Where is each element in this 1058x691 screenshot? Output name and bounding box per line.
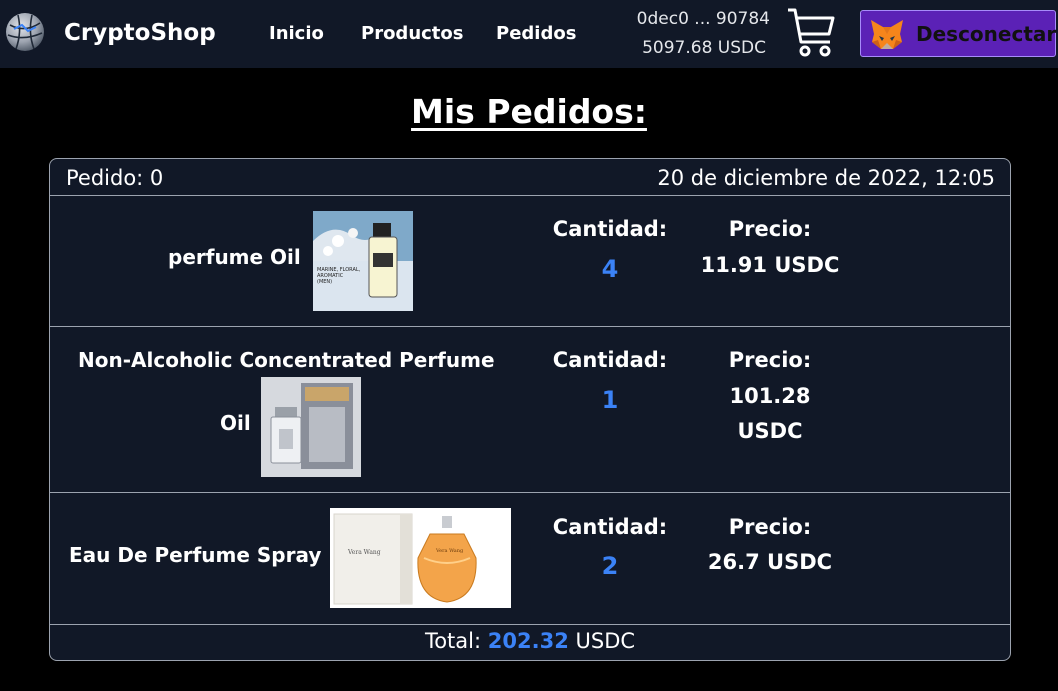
nav-link-productos[interactable]: Productos (361, 23, 464, 44)
product-image: Vera Wang Vera Wang (330, 508, 511, 608)
price-line: 26.7 USDC (707, 550, 833, 574)
navbar: CryptoShop Inicio Productos Pedidos 0dec… (0, 0, 1058, 68)
nav-link-pedidos[interactable]: Pedidos (496, 23, 576, 44)
wallet-balance: 5097.68 USDC (642, 38, 766, 58)
quantity-value: 4 (601, 255, 619, 283)
price-line: USDC (737, 419, 803, 443)
order-date: 20 de diciembre de 2022, 12:05 (657, 166, 995, 190)
item-name-continued: Oil (220, 411, 251, 435)
product-image (261, 377, 361, 477)
price-line: 101.28 (729, 384, 811, 408)
item-name: Non-Alcoholic Concentrated Perfume (78, 348, 495, 372)
shopping-cart-icon[interactable] (786, 6, 836, 58)
quantity-label: Cantidad: (552, 217, 668, 241)
order-total: Total: 202.32 USDC (50, 624, 1010, 660)
row-divider (50, 326, 1010, 327)
price-line: 11.91 USDC (700, 253, 840, 277)
svg-text:(MEN): (MEN) (317, 279, 332, 285)
item-name: Eau De Perfume Spray (69, 543, 322, 567)
item-name: perfume Oil (168, 245, 301, 269)
price-label: Precio: (728, 515, 812, 539)
price-value: 101.28 USDC (690, 379, 850, 449)
svg-text:Vera Wang: Vera Wang (435, 548, 464, 554)
product-image: MARINE, FLORAL, AROMATIC (MEN) (313, 211, 413, 311)
wallet-address: 0dec0 ... 90784 (636, 9, 770, 29)
metamask-fox-icon (871, 20, 903, 49)
order-id: Pedido: 0 (66, 166, 164, 190)
price-value: 26.7 USDC (690, 545, 850, 580)
quantity-value: 2 (601, 552, 619, 580)
price-value: 11.91 USDC (690, 248, 850, 283)
nav-link-inicio[interactable]: Inicio (269, 23, 324, 44)
total-currency: USDC (575, 629, 636, 653)
quantity-label: Cantidad: (552, 348, 668, 372)
quantity-label: Cantidad: (552, 515, 668, 539)
order-header: Pedido: 0 20 de diciembre de 2022, 12:05 (50, 159, 1010, 196)
disconnect-label: Desconectar (916, 22, 1057, 46)
order-card: Pedido: 0 20 de diciembre de 2022, 12:05… (49, 158, 1011, 661)
quantity-value: 1 (601, 386, 619, 414)
total-amount: 202.32 (487, 629, 569, 653)
brand-name[interactable]: CryptoShop (64, 20, 216, 46)
price-label: Precio: (728, 348, 812, 372)
svg-text:Vera Wang: Vera Wang (347, 549, 381, 556)
row-divider (50, 492, 1010, 493)
disconnect-button[interactable]: Desconectar (860, 10, 1056, 57)
globe-logo-icon[interactable] (4, 11, 46, 53)
page-title: Mis Pedidos: (411, 92, 647, 131)
total-label: Total: (424, 629, 482, 653)
price-label: Precio: (728, 217, 812, 241)
